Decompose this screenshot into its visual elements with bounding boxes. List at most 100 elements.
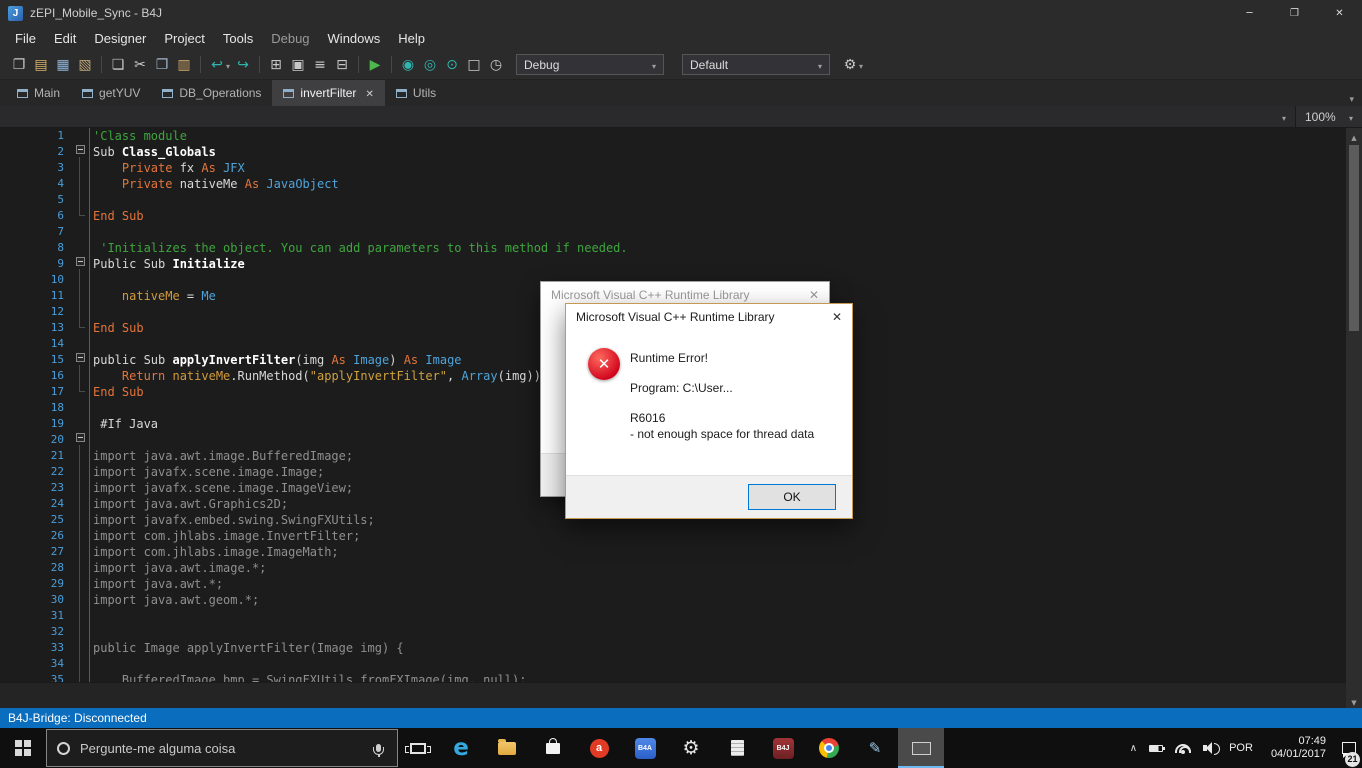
code-line[interactable]: 7 [0,224,1346,240]
fold-marker-icon[interactable] [75,145,85,154]
code-line[interactable]: 27 import com.jhlabs.image.ImageMath; [0,544,1346,560]
menu-designer[interactable]: Designer [85,31,155,46]
tab-db_operations[interactable]: DB_Operations [151,80,272,106]
taskbar-notes[interactable] [714,728,760,768]
taskbar-b4j[interactable]: B4J [760,728,806,768]
taskbar-file-explorer[interactable] [484,728,530,768]
code-line[interactable]: 28 import java.awt.image.*; [0,560,1346,576]
designer-icon[interactable]: ⊞ [265,53,287,77]
taskbar-store[interactable] [530,728,576,768]
taskbar-active-window[interactable] [898,728,944,768]
chevron-down-icon[interactable] [226,56,230,74]
close-icon[interactable] [809,288,819,302]
clock[interactable]: 07:49 04/01/2017 [1261,735,1336,761]
close-button[interactable]: ✕ [1317,0,1362,26]
paste-icon[interactable]: ▥ [173,53,195,77]
close-icon[interactable] [832,310,842,324]
settings-icon: ⚙ [682,736,700,759]
code-line[interactable]: 9 Public Sub Initialize [0,256,1346,272]
code-line[interactable]: 35 BufferedImage bmp = SwingFXUtils.from… [0,672,1346,682]
code-line[interactable]: 5 [0,192,1346,208]
navigate-forward-icon[interactable]: ↪ [232,53,254,77]
tab-getyuv[interactable]: getYUV [71,80,151,106]
logs-icon[interactable]: ≡ [309,53,331,77]
ok-button[interactable]: OK [748,484,836,510]
export-icon[interactable]: ▧ [74,53,96,77]
fold-marker-icon[interactable] [75,433,85,442]
code-line[interactable]: 30 import java.awt.geom.*; [0,592,1346,608]
menu-help[interactable]: Help [389,31,434,46]
profiler-icon[interactable]: ◷ [485,53,507,77]
restore-button[interactable]: ❐ [1272,0,1317,26]
run-icon[interactable]: ▶ [364,53,386,77]
layout-icon[interactable]: ▣ [287,53,309,77]
menu-file[interactable]: File [6,31,45,46]
copy-icon[interactable]: ❐ [151,53,173,77]
code-line[interactable]: 29 import java.awt.*; [0,576,1346,592]
menu-project[interactable]: Project [155,31,213,46]
tab-main[interactable]: Main [6,80,71,106]
taskbar-edge[interactable]: e [438,728,484,768]
code-line[interactable]: 33 public Image applyInvertFilter(Image i… [0,640,1346,656]
start-button[interactable] [0,728,46,768]
tools-gear-icon[interactable]: ⚙ [839,53,861,77]
navigate-back-icon[interactable]: ↩ [206,53,228,77]
minimize-button[interactable]: ─ [1227,0,1272,26]
open-project-icon[interactable]: ▤ [30,53,52,77]
tab-overflow-caret[interactable] [1349,89,1354,107]
code-line[interactable]: 2 Sub Class_Globals [0,144,1346,160]
code-line[interactable]: 32 [0,624,1346,640]
zoom-select[interactable]: 100% [1296,106,1362,127]
save-icon[interactable]: ▦ [52,53,74,77]
taskbar-chrome[interactable] [806,728,852,768]
microphone-icon[interactable] [373,744,384,757]
line-number: 30 [50,593,64,606]
scrollbar-thumb[interactable] [1349,145,1359,331]
taskbar-b4a[interactable]: B4A [622,728,668,768]
battery-button[interactable] [1143,728,1169,768]
tab-utils[interactable]: Utils [385,80,447,106]
stop-icon[interactable]: □ [463,53,485,77]
close-icon[interactable] [365,86,373,100]
code-line[interactable]: 1 'Class module [0,128,1346,144]
line-number: 32 [50,625,64,638]
code-line[interactable]: 6 End Sub [0,208,1346,224]
taskbar-app-a[interactable]: a [576,728,622,768]
new-project-icon[interactable]: ❐ [8,53,30,77]
menu-tools[interactable]: Tools [214,31,262,46]
cortana-search[interactable]: Pergunte-me alguma coisa [46,729,398,767]
menu-windows[interactable]: Windows [319,31,390,46]
language-indicator[interactable]: POR [1221,742,1261,754]
fold-marker-icon[interactable] [75,353,85,362]
horizontal-scrollbar[interactable] [0,682,1362,708]
modules-icon[interactable]: ❏ [107,53,129,77]
code-line[interactable]: 4 Private nativeMe As JavaObject [0,176,1346,192]
task-view-button[interactable] [398,728,438,768]
code-line[interactable]: 31 [0,608,1346,624]
bridge-icon[interactable]: ◉ [397,53,419,77]
taskbar-pen[interactable]: ✎ [852,728,898,768]
code-line[interactable]: 8 'Initializes the object. You can add p… [0,240,1346,256]
code-line[interactable]: 26 import com.jhlabs.image.InvertFilter; [0,528,1346,544]
menu-edit[interactable]: Edit [45,31,85,46]
scroll-down-icon[interactable] [1346,693,1362,708]
fold-marker-icon[interactable] [75,257,85,266]
tab-invertfilter[interactable]: invertFilter [272,80,385,106]
debug-mode-select[interactable]: Debug [516,54,665,75]
hidden-icons-chevron[interactable] [1124,728,1143,768]
sub-navigator-select[interactable] [0,106,1296,127]
taskbar-settings[interactable]: ⚙ [668,728,714,768]
scroll-up-icon[interactable] [1346,128,1362,143]
connect-icon[interactable]: ◎ [419,53,441,77]
build-config-select[interactable]: Default [682,54,831,75]
menu-debug[interactable]: Debug [262,31,318,46]
chevron-down-icon[interactable] [859,56,863,74]
network-button[interactable] [1169,728,1197,768]
cut-icon[interactable]: ✂ [129,53,151,77]
code-line[interactable]: 34 [0,656,1346,672]
volume-button[interactable] [1197,728,1221,768]
code-line[interactable]: 3 Private fx As JFX [0,160,1346,176]
wireless-icon[interactable]: ⊙ [441,53,463,77]
vertical-scrollbar[interactable] [1346,128,1362,708]
compile-icon[interactable]: ⊟ [331,53,353,77]
